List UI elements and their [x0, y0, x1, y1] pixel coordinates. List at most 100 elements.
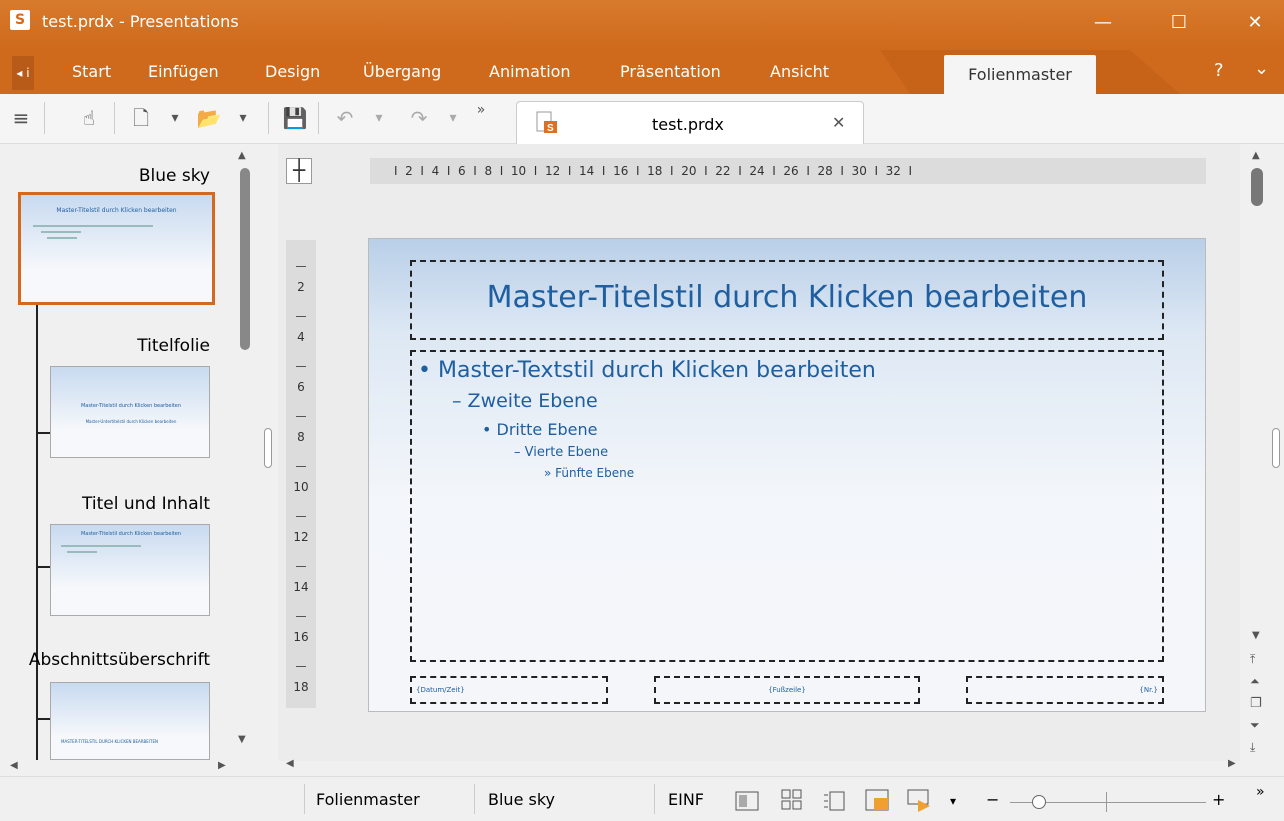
panel-splitter-handle[interactable]: [264, 428, 272, 468]
vruler-number: 14: [293, 580, 309, 594]
redo-icon[interactable]: ↷: [406, 104, 432, 132]
notes-view-icon[interactable]: [864, 788, 890, 812]
maximize-button[interactable]: ☐: [1156, 8, 1202, 38]
scroll-down-icon[interactable]: ▼: [1252, 630, 1260, 641]
help-icon[interactable]: ?: [1214, 60, 1224, 81]
toolbar-more-icon[interactable]: »: [468, 96, 494, 124]
vruler-tick: [296, 416, 306, 417]
tree-branch: [36, 432, 50, 434]
thumb-line: [61, 545, 141, 547]
thumb-title: Master-Titelstil durch Klicken bearbeite…: [56, 207, 177, 214]
tab-ansicht[interactable]: Ansicht: [770, 62, 829, 81]
new-document-icon[interactable]: 🗋: [128, 104, 154, 132]
tab-praesentation[interactable]: Präsentation: [620, 62, 721, 81]
slideshow-dropdown-icon[interactable]: ▾: [950, 794, 956, 808]
level-4-text: Vierte Ebene: [524, 445, 609, 460]
zoom-out-button[interactable]: −: [986, 790, 999, 809]
undo-dropdown-icon[interactable]: ▾: [366, 104, 392, 132]
next-slide-icon[interactable]: ⏷: [1250, 718, 1260, 733]
redo-dropdown-icon[interactable]: ▾: [440, 104, 466, 132]
slide-sorter-icon[interactable]: [780, 788, 804, 812]
toolbar-divider: [318, 102, 319, 134]
footer-placeholder-text: {Fußzeile}: [768, 686, 806, 694]
slide-panel-label-titelfolie: Titelfolie: [137, 336, 210, 356]
tab-folienmaster[interactable]: Folienmaster: [944, 55, 1096, 94]
status-bar: [0, 776, 1284, 821]
open-folder-icon[interactable]: 📂: [196, 104, 222, 132]
previous-slide-icon[interactable]: ⏶: [1250, 674, 1260, 689]
number-placeholder[interactable]: {Nr.}: [966, 676, 1164, 704]
app-icon: S: [10, 10, 30, 30]
footer-placeholder[interactable]: {Fußzeile}: [654, 676, 920, 704]
close-tab-icon[interactable]: ✕: [832, 113, 845, 132]
thumb-line: [33, 225, 153, 227]
bullet-level-1: • Master-Textstil durch Klicken bearbeit…: [418, 358, 876, 383]
normal-view-icon[interactable]: [734, 790, 760, 812]
vruler-number: 16: [293, 630, 309, 644]
slide-panel-scroll-thumb[interactable]: [240, 168, 250, 350]
scroll-down-icon[interactable]: ▼: [238, 734, 246, 745]
slideshow-icon[interactable]: [906, 788, 932, 812]
slide-panel-label-titel-und-inhalt: Titel und Inhalt: [82, 494, 210, 514]
slide-panel-label-blue-sky: Blue sky: [138, 166, 210, 186]
scroll-left-icon[interactable]: ◀: [10, 760, 18, 771]
thumb-line: [47, 237, 77, 239]
ribbon-collapse-icon[interactable]: ⌄: [1254, 58, 1269, 79]
tab-start[interactable]: Start: [72, 62, 111, 81]
presentation-file-icon: S: [536, 111, 557, 134]
first-slide-icon[interactable]: ⤒: [1250, 652, 1255, 667]
hscroll-right-icon[interactable]: ▶: [1228, 758, 1236, 769]
status-mode: Folienmaster: [316, 790, 420, 809]
thumb-line: [67, 551, 97, 553]
status-divider: [474, 784, 475, 814]
slide-thumb-titelfolie[interactable]: Master-Titelstil durch Klicken bearbeite…: [50, 366, 210, 458]
right-splitter-handle[interactable]: [1272, 428, 1280, 468]
tab-design[interactable]: Design: [265, 62, 320, 81]
date-placeholder[interactable]: {Datum/Zeit}: [410, 676, 608, 704]
level-1-text: Master-Textstil durch Klicken bearbeiten: [437, 358, 876, 383]
statusbar-more-icon[interactable]: »: [1256, 784, 1265, 800]
number-placeholder-text: {Nr.}: [1139, 686, 1158, 694]
ribbon-scroll-left-button[interactable]: ◂ i: [12, 56, 34, 90]
new-dropdown-icon[interactable]: ▾: [162, 104, 188, 132]
vruler-number: 12: [293, 530, 309, 544]
document-tab-label: test.prdx: [652, 115, 724, 134]
vruler-tick: [296, 666, 306, 667]
slide-pages-icon[interactable]: ❐: [1250, 696, 1262, 711]
status-insert-mode[interactable]: EINF: [668, 790, 704, 809]
hscroll-left-icon[interactable]: ◀: [286, 758, 294, 769]
close-button[interactable]: ✕: [1232, 8, 1278, 38]
editor-scroll-thumb[interactable]: [1251, 168, 1263, 206]
minimize-button[interactable]: —: [1080, 8, 1126, 38]
last-slide-icon[interactable]: ⤓: [1250, 740, 1255, 755]
thumb-title: Master-Titelstil durch Klicken bearbeite…: [80, 531, 182, 537]
undo-icon[interactable]: ↶: [332, 104, 358, 132]
svg-text:S: S: [547, 123, 554, 134]
toolbar-divider: [114, 102, 115, 134]
vruler-number: 10: [293, 480, 309, 494]
vruler-tick: [296, 516, 306, 517]
outline-view-icon[interactable]: [822, 790, 846, 812]
tab-uebergang[interactable]: Übergang: [363, 62, 441, 81]
date-placeholder-text: {Datum/Zeit}: [416, 686, 465, 694]
slide-title-text: Master-Titelstil durch Klicken bearbeite…: [486, 280, 1088, 315]
slide-thumb-abschnitt[interactable]: MASTER-TITELSTIL DURCH KLICKEN BEARBEITE…: [50, 682, 210, 760]
tab-einfuegen[interactable]: Einfügen: [148, 62, 219, 81]
slide-thumb-titel-und-inhalt[interactable]: Master-Titelstil durch Klicken bearbeite…: [50, 524, 210, 616]
save-icon[interactable]: 💾: [282, 104, 308, 132]
tab-animation[interactable]: Animation: [489, 62, 571, 81]
thumb-line: [41, 231, 81, 233]
ruler-origin-icon[interactable]: ┼: [286, 158, 312, 184]
thumb-subtitle: Master-Untertitelstil durch Klicken bear…: [85, 419, 177, 424]
scroll-right-icon[interactable]: ▶: [218, 760, 226, 771]
scroll-up-icon[interactable]: ▲: [238, 150, 246, 161]
slide-thumb-blue-sky[interactable]: Master-Titelstil durch Klicken bearbeite…: [18, 192, 215, 305]
vruler-tick: [296, 466, 306, 467]
open-dropdown-icon[interactable]: ▾: [230, 104, 256, 132]
slide-panel-label-abschnitt: Abschnittsüberschrift: [28, 650, 210, 670]
hand-tool-icon[interactable]: ☝: [76, 104, 102, 132]
scroll-up-icon[interactable]: ▲: [1252, 150, 1260, 161]
vruler-number: 6: [297, 380, 305, 394]
zoom-in-button[interactable]: +: [1212, 790, 1225, 809]
menu-icon[interactable]: ≡: [8, 104, 34, 132]
